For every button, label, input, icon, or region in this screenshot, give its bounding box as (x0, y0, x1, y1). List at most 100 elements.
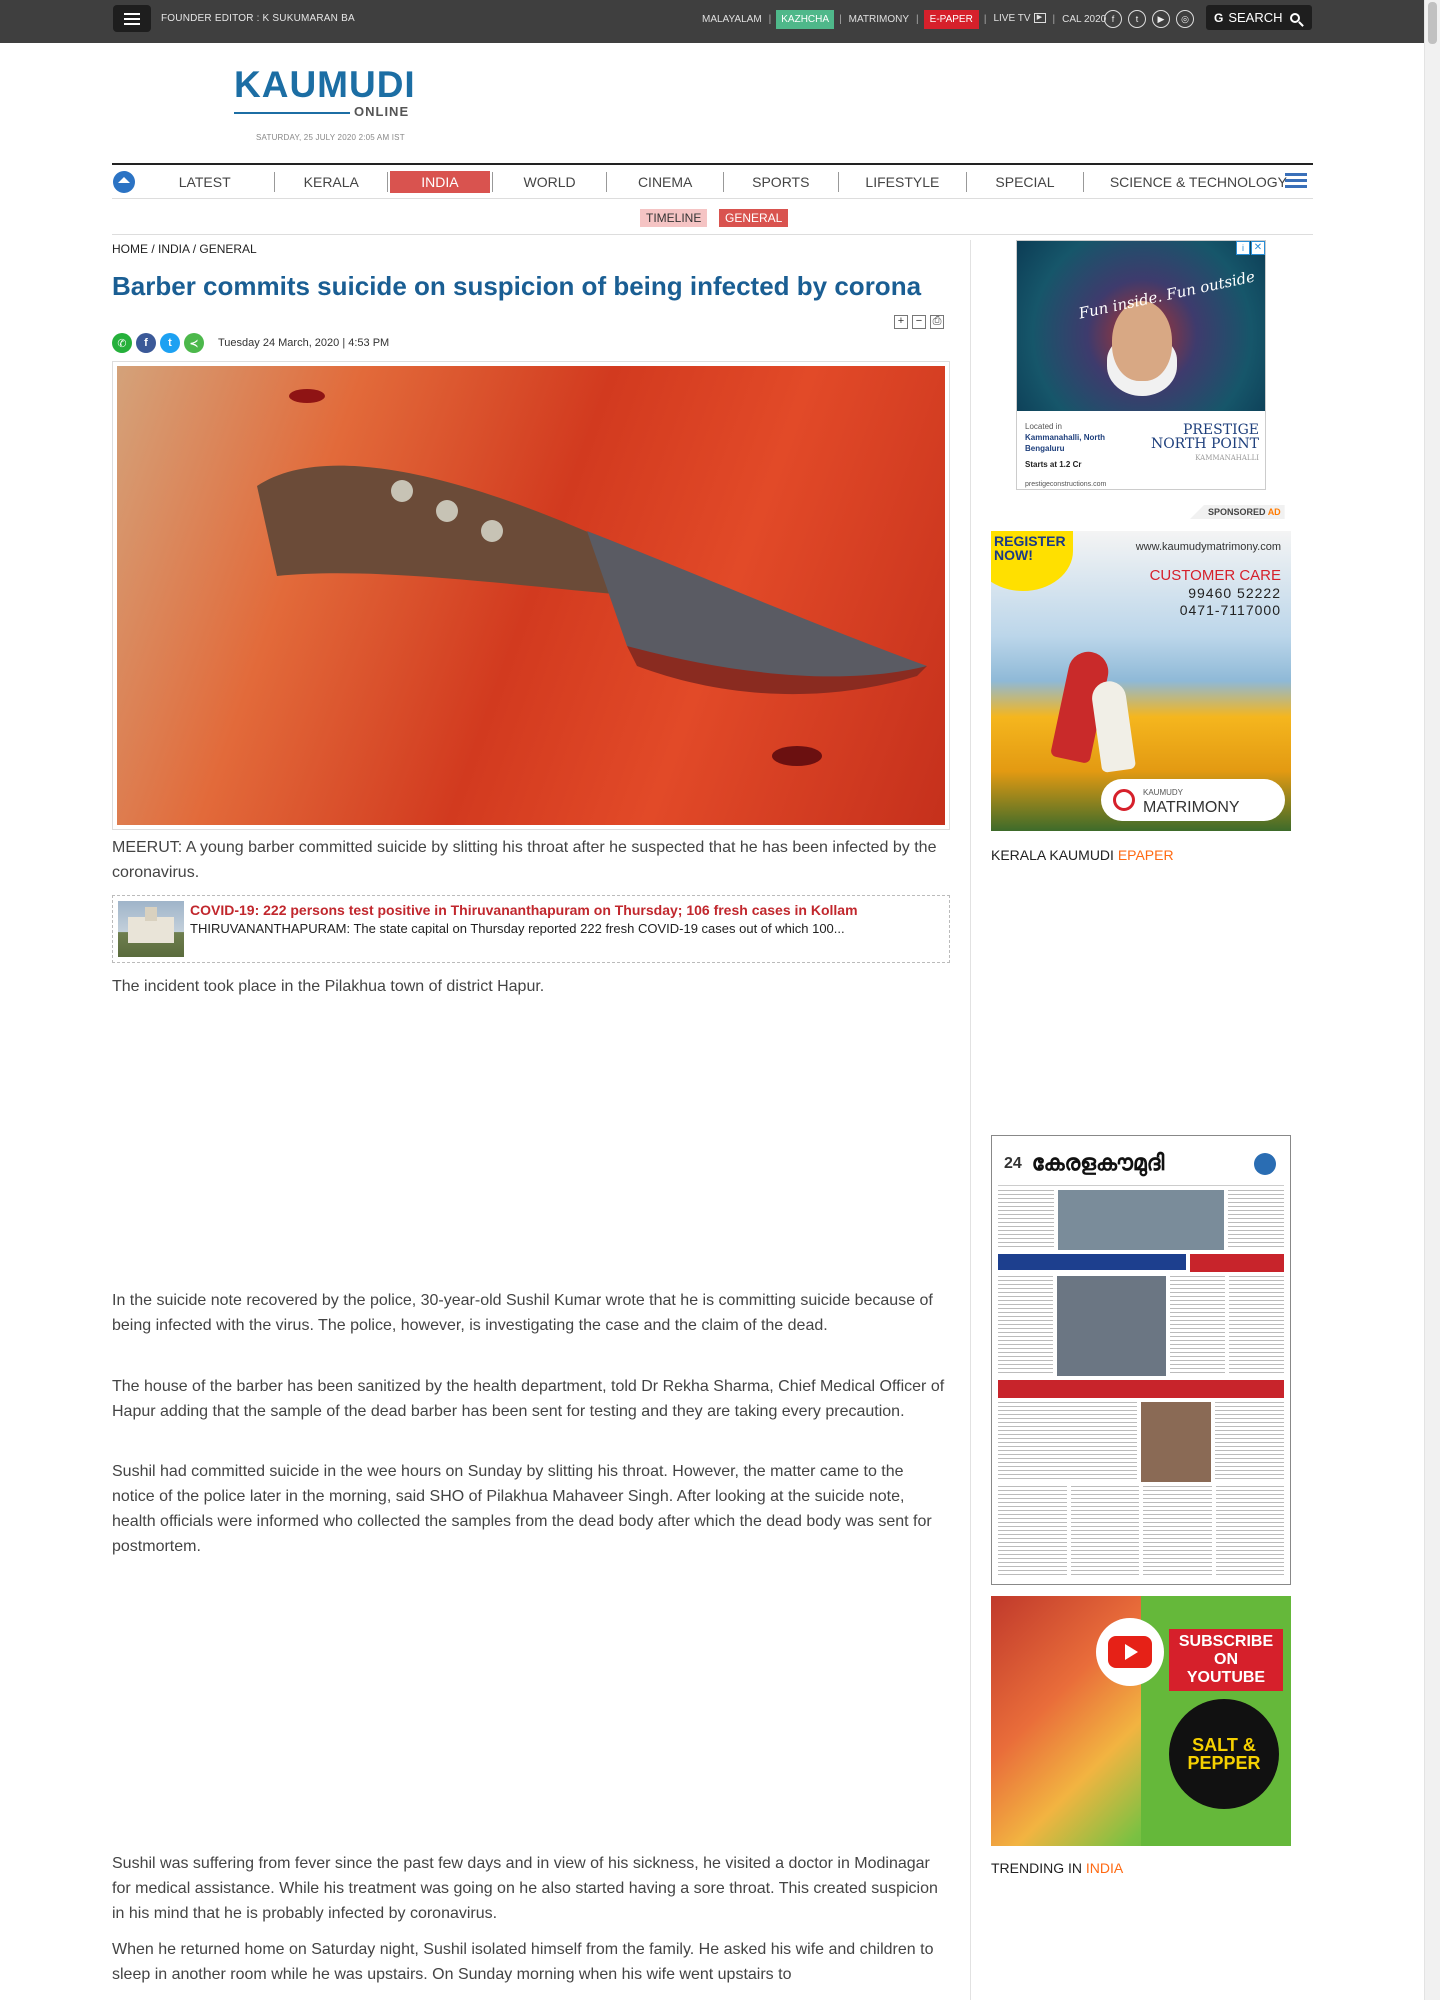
top-bar: FOUNDER EDITOR : K SUKUMARAN BA MALAYALA… (0, 0, 1440, 43)
search-label: SEARCH (1228, 10, 1283, 25)
font-decrease-icon[interactable]: − (912, 315, 926, 329)
subnav-general[interactable]: GENERAL (719, 209, 789, 227)
article-paragraph: When he returned home on Saturday night,… (112, 1941, 934, 1983)
matrimony-url: www.kaumudymatrimony.com (1135, 541, 1281, 553)
instagram-icon[interactable]: ◎ (1176, 10, 1194, 28)
article-paragraph: The house of the barber has been sanitiz… (112, 1378, 945, 1420)
scrollbar-thumb[interactable] (1428, 2, 1437, 44)
matrimony-brand: KAUMUDY MATRIMONY (1101, 779, 1285, 821)
link-live-tv[interactable]: LIVE TV ▶ (991, 13, 1047, 25)
ad-info-icon[interactable]: i (1236, 241, 1250, 255)
youtube-icon[interactable]: ▶ (1152, 10, 1170, 28)
logo-sub-text: ONLINE (354, 104, 410, 119)
customer-care: CUSTOMER CARE (1149, 567, 1281, 584)
share-row: ✆ f t ≺ Tuesday 24 March, 2020 | 4:53 PM (112, 333, 389, 353)
ad-brand: PRESTIGE NORTH POINT KAMMANAHALLI (1150, 422, 1259, 462)
epaper-thumbnail[interactable]: 24 കേരളകൗമുദി (991, 1135, 1291, 1585)
column-divider (970, 240, 971, 2000)
phone-numbers: 99460 52222 0471-7117000 (1179, 585, 1281, 618)
nav-lifestyle[interactable]: LIFESTYLE (839, 171, 967, 193)
link-epaper[interactable]: E-PAPER (923, 9, 979, 29)
salt-pepper-logo: SALT & PEPPER (1169, 1699, 1279, 1809)
facebook-share-icon[interactable]: f (136, 333, 156, 353)
ad-tagline: Fun inside. Fun outside (1077, 267, 1257, 323)
twitter-share-icon[interactable]: t (160, 333, 180, 353)
related-desc: THIRUVANANTHAPURAM: The state capital on… (190, 921, 845, 936)
epaper-masthead: 24 കേരളകൗമുദി (998, 1142, 1284, 1186)
nav-india[interactable]: INDIA (389, 170, 490, 193)
whatsapp-icon[interactable]: ✆ (112, 333, 132, 353)
epaper-title: കേരളകൗമുദി (1031, 1151, 1165, 1176)
knife-illustration (257, 389, 927, 766)
article-tools: + − ⎙ (894, 315, 944, 329)
article-paragraph: In the suicide note recovered by the pol… (112, 1292, 933, 1334)
search-button[interactable]: G SEARCH (1206, 5, 1312, 30)
sponsored-label: SPONSORED AD (1190, 505, 1285, 519)
nav-india-wrap: INDIA (388, 170, 492, 193)
nav-science-technology[interactable]: SCIENCE & TECHNOLOGY (1084, 171, 1313, 193)
nav-latest[interactable]: LATEST (135, 171, 275, 193)
related-title[interactable]: COVID-19: 222 persons test positive in T… (190, 901, 858, 920)
related-text: COVID-19: 222 persons test positive in T… (190, 901, 858, 957)
founder-editor-text: FOUNDER EDITOR : K SUKUMARAN BA (161, 13, 355, 24)
breadcrumb-india[interactable]: INDIA (158, 242, 189, 256)
article-paragraph: MEERUT: A young barber committed suicide… (112, 839, 937, 881)
article-paragraph: Sushil had committed suicide in the wee … (112, 1463, 932, 1555)
epaper-heading[interactable]: KERALA KAUMUDI EPAPER (991, 847, 1174, 863)
site-logo[interactable]: KAUMUDI ONLINE (234, 64, 424, 119)
font-increase-icon[interactable]: + (894, 315, 908, 329)
facebook-icon[interactable]: f (1104, 10, 1122, 28)
nav-special[interactable]: SPECIAL (967, 171, 1083, 193)
breadcrumb-home[interactable]: HOME (112, 242, 148, 256)
home-icon[interactable] (113, 170, 135, 193)
more-menu-icon[interactable] (1285, 173, 1307, 188)
ad-location: Located in Kammanahalli, North Bengaluru… (1025, 422, 1107, 488)
article-title: Barber commits suicide on suspicion of b… (112, 271, 922, 301)
lead-image (112, 361, 950, 830)
youtube-play-icon (1096, 1618, 1164, 1686)
related-thumbnail (118, 901, 184, 957)
google-icon: G (1214, 10, 1224, 25)
related-article[interactable]: COVID-19: 222 persons test positive in T… (112, 895, 950, 963)
main-nav: LATEST KERALA INDIA WORLD CINEMA SPORTS … (112, 163, 1313, 199)
heart-icon (1113, 789, 1135, 811)
subscribe-text: SUBSCRIBE ON YOUTUBE (1169, 1629, 1283, 1691)
nav-kerala[interactable]: KERALA (275, 171, 387, 193)
article-paragraph: The incident took place in the Pilakhua … (112, 978, 545, 995)
youtube-subscribe-ad[interactable]: SUBSCRIBE ON YOUTUBE SALT & PEPPER (991, 1596, 1291, 1846)
nav-sports[interactable]: SPORTS (724, 171, 838, 193)
publish-date: Tuesday 24 March, 2020 | 4:53 PM (218, 337, 390, 349)
ad-artwork: Fun inside. Fun outside (1017, 241, 1265, 411)
register-text: REGISTER NOW! (994, 533, 1066, 563)
top-links: MALAYALAM | KAZHCHA | MATRIMONY | E-PAPE… (700, 8, 1108, 30)
couple-illustration (1050, 648, 1151, 773)
social-links: f t ▶ ◎ (1104, 10, 1194, 28)
link-kazhcha[interactable]: KAZHCHA (776, 9, 835, 29)
breadcrumb-general[interactable]: GENERAL (199, 242, 256, 256)
share-icon[interactable]: ≺ (184, 333, 204, 353)
ad-info: Located in Kammanahalli, North Bengaluru… (1017, 411, 1265, 489)
ad-close-icon[interactable]: ✕ (1251, 241, 1265, 255)
page-scrollbar[interactable] (1424, 0, 1440, 2000)
hamburger-menu-icon[interactable] (113, 5, 151, 32)
subnav-timeline[interactable]: TIMELINE (640, 209, 708, 227)
twitter-icon[interactable]: t (1128, 10, 1146, 28)
matrimony-ad[interactable]: REGISTER NOW! www.kaumudymatrimony.com C… (991, 531, 1291, 831)
article-paragraph: Sushil was suffering from fever since th… (112, 1855, 938, 1922)
sub-nav: TIMELINE GENERAL (112, 200, 1313, 235)
nav-world[interactable]: WORLD (493, 171, 607, 193)
prestige-ad[interactable]: Fun inside. Fun outside Located in Kamma… (1016, 240, 1266, 490)
knife-photo (117, 366, 945, 825)
logo-underline (234, 112, 350, 114)
epaper-badge-icon (1254, 1152, 1276, 1175)
print-icon[interactable]: ⎙ (930, 315, 944, 329)
logo-main-text: KAUMUDI (234, 64, 416, 105)
breadcrumb: HOME / INDIA / GENERAL (112, 242, 257, 256)
link-malayalam[interactable]: MALAYALAM (700, 14, 764, 25)
link-calendar[interactable]: CAL 2020 (1060, 14, 1108, 25)
link-matrimony[interactable]: MATRIMONY (847, 14, 911, 25)
search-icon (1289, 12, 1300, 23)
trending-heading: TRENDING IN INDIA (991, 1860, 1124, 1876)
current-date: SATURDAY, 25 JULY 2020 2:05 AM IST (256, 133, 405, 142)
nav-cinema[interactable]: CINEMA (607, 171, 723, 193)
